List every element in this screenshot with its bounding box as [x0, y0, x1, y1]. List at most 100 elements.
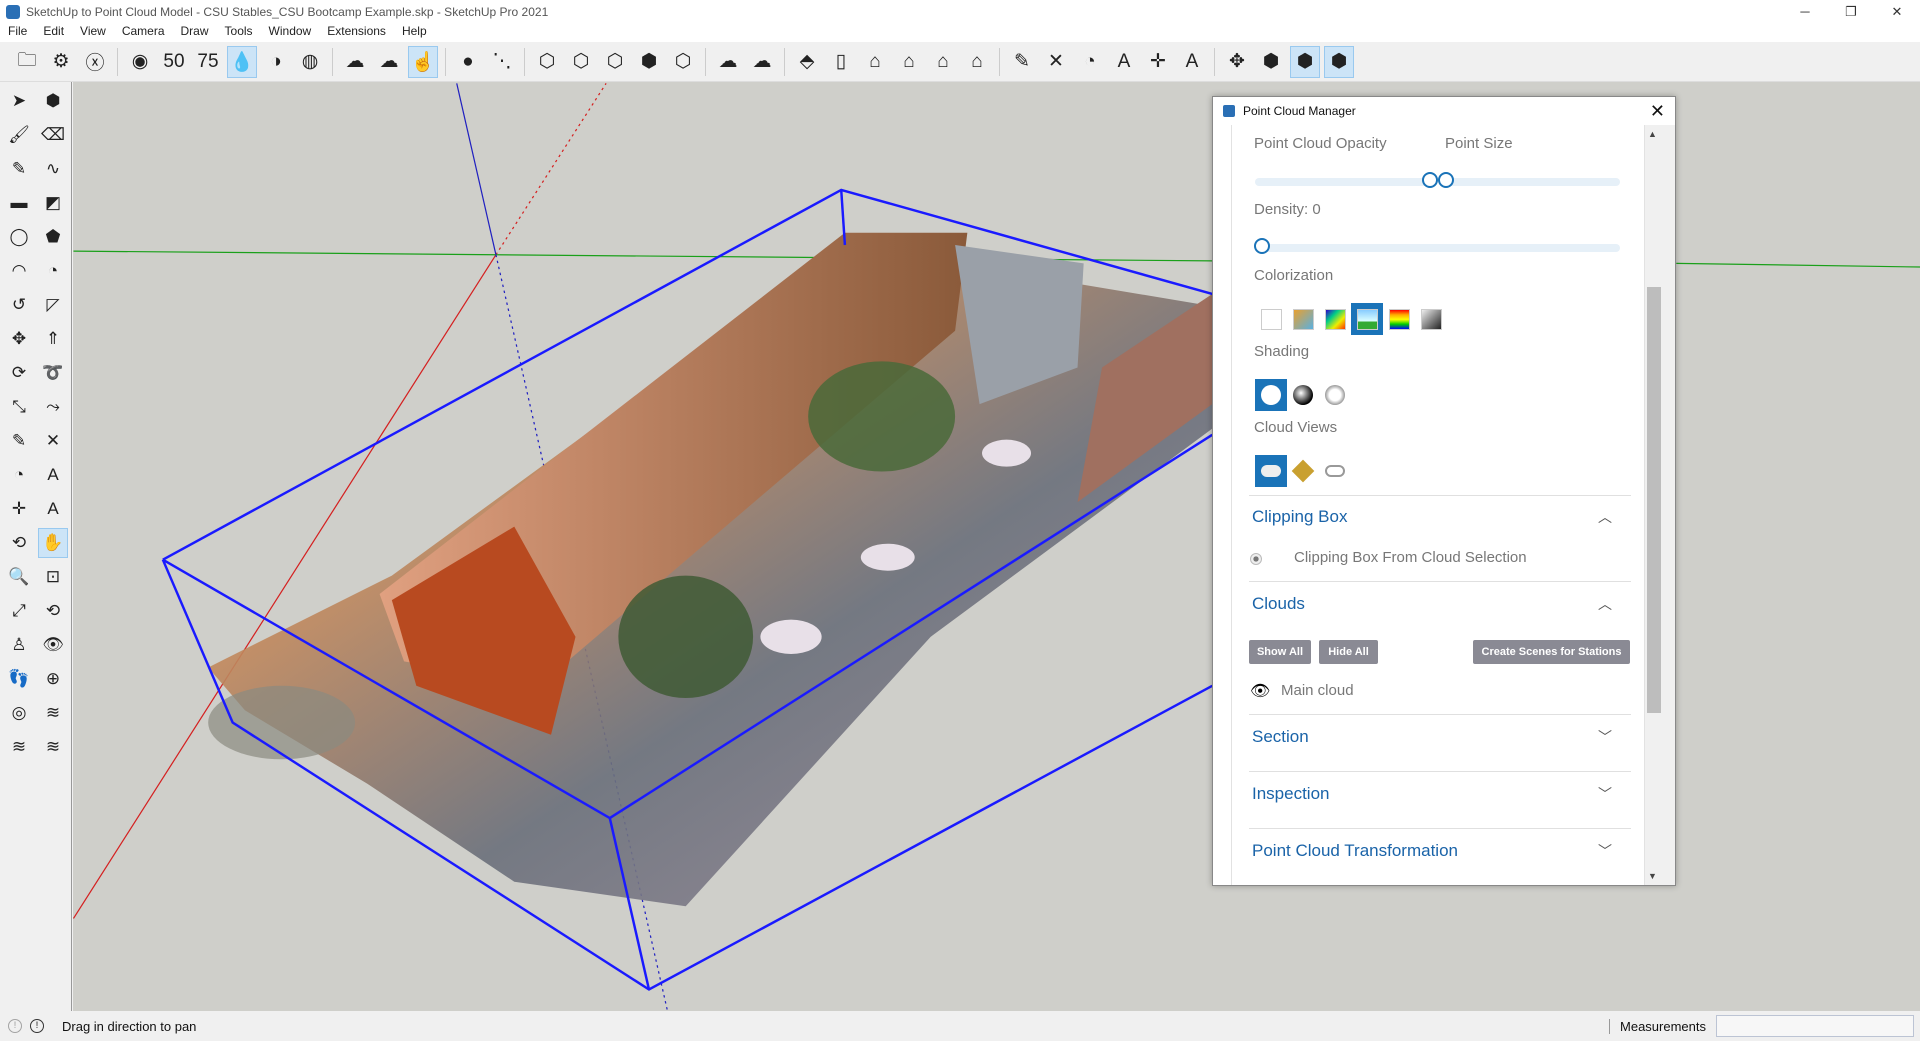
hex-select-icon[interactable]: ⬡	[668, 46, 698, 78]
pie-icon[interactable]: ◔	[38, 256, 68, 286]
protractor-icon[interactable]: ◔	[1075, 46, 1105, 78]
sandbox-2-icon[interactable]: ≋	[38, 698, 68, 728]
rainbow-diagonal-icon[interactable]	[1319, 303, 1351, 335]
hex-block-icon[interactable]: ⬡	[566, 46, 596, 78]
opacity-slider-knob[interactable]	[1422, 172, 1438, 188]
inspection-header[interactable]: Inspection ﹀	[1252, 784, 1632, 804]
cloud-sync-icon[interactable]: ☁	[713, 46, 743, 78]
cube-gold-icon[interactable]	[1287, 455, 1319, 487]
component-icon[interactable]: ⬢	[38, 86, 68, 116]
measurements-input[interactable]	[1716, 1015, 1914, 1037]
back-view-icon[interactable]: ⌂	[962, 46, 992, 78]
hex-cloud-icon[interactable]: ⬡	[600, 46, 630, 78]
close-panel-button[interactable]: ✕	[1650, 101, 1665, 122]
hide-all-button[interactable]: Hide All	[1319, 640, 1378, 664]
tape-measure-icon[interactable]: ✎	[4, 426, 34, 456]
protractor-icon[interactable]: ◔	[4, 460, 34, 490]
pc-cube-2-icon[interactable]: ⬢	[1290, 45, 1320, 78]
sphere-light-icon[interactable]	[1319, 379, 1351, 411]
point-size-slider[interactable]	[1438, 172, 1620, 188]
open-folder-icon[interactable]: 🗀	[12, 46, 42, 78]
axes-icon[interactable]: ✛	[1143, 46, 1173, 78]
sandbox-3-icon[interactable]: ≋	[4, 732, 34, 762]
offset-icon[interactable]: ⤳	[38, 392, 68, 422]
point-cloud-view-icon[interactable]: ◉	[125, 46, 155, 78]
eye-icon[interactable]: 👁	[1250, 681, 1270, 701]
drop-hatched-icon[interactable]: ◍	[295, 46, 325, 78]
house-outline-icon[interactable]: ⌂	[928, 46, 958, 78]
scrollbar-thumb[interactable]	[1647, 287, 1661, 713]
top-view-icon[interactable]: ⌂	[894, 46, 924, 78]
transformation-header[interactable]: Point Cloud Transformation ﹀	[1252, 841, 1632, 861]
pan-icon[interactable]: ✋	[38, 528, 68, 558]
section-header[interactable]: Section ﹀	[1252, 727, 1632, 747]
close-window-button[interactable]: ✕	[1874, 4, 1920, 20]
show-all-button[interactable]: Show All	[1249, 640, 1311, 664]
eraser-icon[interactable]: ⌫	[38, 120, 68, 150]
point-cloud-select-icon[interactable]: ☝	[408, 45, 438, 78]
chevron-down-icon[interactable]: ﹀	[1598, 727, 1612, 747]
previous-icon[interactable]: ⟲	[38, 596, 68, 626]
point-size-slider-knob[interactable]	[1438, 172, 1454, 188]
pc-cube-1-icon[interactable]: ⬢	[1256, 46, 1286, 78]
look-around-icon[interactable]: 👁	[38, 630, 68, 660]
flat-icon[interactable]	[1255, 379, 1287, 411]
menu-file[interactable]: File	[0, 24, 35, 42]
cloud-remove-icon[interactable]: ☁	[340, 46, 370, 78]
chevron-up-icon[interactable]: ︿	[1598, 594, 1612, 614]
geolocation-icon[interactable]: !	[8, 1019, 22, 1033]
opacity-75-icon[interactable]: 75	[193, 46, 223, 78]
scroll-down-arrow-icon[interactable]: ▼	[1648, 871, 1657, 881]
polygon-icon[interactable]: ⬟	[38, 222, 68, 252]
3d-text-icon[interactable]: A	[38, 494, 68, 524]
dimension-icon[interactable]: ✕	[38, 426, 68, 456]
zoom-window-icon[interactable]: ⊡	[38, 562, 68, 592]
rotated-rectangle-icon[interactable]: ◩	[38, 188, 68, 218]
drop-outline-icon[interactable]: 💧	[227, 45, 257, 78]
clipping-box-header[interactable]: Clipping Box ︿	[1252, 507, 1632, 527]
intensity-cone-icon[interactable]	[1287, 303, 1319, 335]
paint-bucket-icon[interactable]: 🖌	[4, 120, 34, 150]
walk-icon[interactable]: 👣	[4, 664, 34, 694]
elevation-sky-icon[interactable]	[1351, 303, 1383, 335]
cloud-outline-icon[interactable]	[1319, 455, 1351, 487]
sandbox-1-icon[interactable]: ◎	[4, 698, 34, 728]
move-icon[interactable]: ✥	[4, 324, 34, 354]
dimension-icon[interactable]: ✕	[1041, 46, 1071, 78]
chevron-down-icon[interactable]: ﹀	[1598, 841, 1612, 861]
3d-text-icon[interactable]: A	[1177, 46, 1207, 78]
density-slider[interactable]	[1254, 238, 1620, 254]
text-label-icon[interactable]: A	[1109, 46, 1139, 78]
scale-icon[interactable]: ⤡	[4, 392, 34, 422]
clouds-header[interactable]: Clouds ︿	[1252, 594, 1632, 614]
arc-3pt-icon[interactable]: ↺	[4, 290, 34, 320]
menu-window[interactable]: Window	[261, 24, 320, 42]
opacity-50-icon[interactable]: 50	[159, 46, 189, 78]
rotate-icon[interactable]: ⟳	[4, 358, 34, 388]
push-pull-icon[interactable]: ⇑	[38, 324, 68, 354]
cloud-refresh-icon[interactable]: ☁	[747, 46, 777, 78]
circle-icon[interactable]: ◯	[4, 222, 34, 252]
hex-history-icon[interactable]: ⬡	[532, 46, 562, 78]
axes-icon[interactable]: ✛	[4, 494, 34, 524]
home-view-icon[interactable]: ⌂	[860, 46, 890, 78]
create-scenes-button[interactable]: Create Scenes for Stations	[1473, 640, 1630, 664]
none-icon[interactable]	[1255, 303, 1287, 335]
menu-edit[interactable]: Edit	[35, 24, 72, 42]
menu-view[interactable]: View	[72, 24, 114, 42]
orbit-target-icon[interactable]: ✥	[1222, 46, 1252, 78]
scroll-up-arrow-icon[interactable]: ▲	[1648, 129, 1657, 139]
pc-cube-3-icon[interactable]: ⬢	[1324, 45, 1354, 78]
cloud-item-main[interactable]: Main cloud	[1281, 682, 1354, 699]
cloud-upload-icon[interactable]: ☁	[374, 46, 404, 78]
chevron-down-icon[interactable]: ﹀	[1598, 784, 1612, 804]
sphere-dark-icon[interactable]	[1287, 379, 1319, 411]
text-icon[interactable]: A	[38, 460, 68, 490]
section-plane-icon[interactable]: ⊕	[38, 664, 68, 694]
iso-view-icon[interactable]: ⬘	[792, 46, 822, 78]
rectangle-icon[interactable]: ▬	[4, 188, 34, 218]
drop-half-icon[interactable]: ◑	[261, 46, 291, 78]
minimize-button[interactable]: ─	[1782, 4, 1828, 20]
info-icon[interactable]: !	[30, 1019, 44, 1033]
grayscale-icon[interactable]	[1415, 303, 1447, 335]
